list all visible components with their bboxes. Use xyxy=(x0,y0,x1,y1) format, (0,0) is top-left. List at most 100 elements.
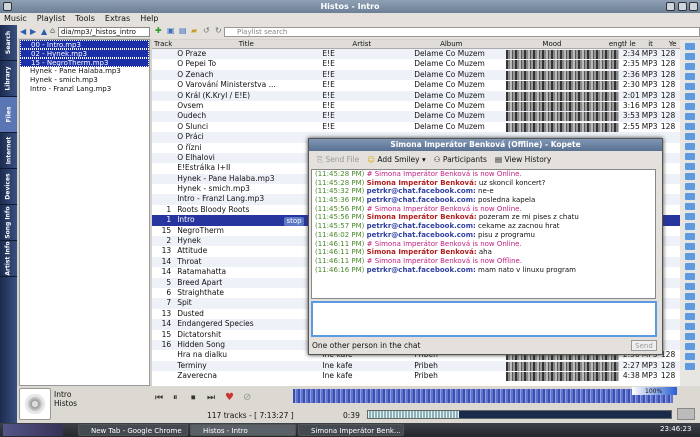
tab-artist-info[interactable]: Artist Info xyxy=(0,241,17,277)
row-action-icon[interactable] xyxy=(685,63,695,70)
pause-icon[interactable]: ⏸ xyxy=(173,393,178,403)
playlist-row[interactable]: O Zenach E!E Delame Co Muzem 2:36 MP3 128 xyxy=(152,69,680,81)
row-action-icon[interactable] xyxy=(685,203,695,210)
col-year[interactable]: Ye xyxy=(667,40,680,48)
row-action-icon[interactable] xyxy=(685,103,695,110)
send-button[interactable]: Send xyxy=(631,340,657,351)
task-kopete[interactable]: Simona Imperátor Benk... xyxy=(298,424,404,436)
save-icon[interactable]: ▣ xyxy=(167,26,175,35)
tab-files[interactable]: Files xyxy=(0,97,17,133)
col-mood[interactable]: Mood xyxy=(495,40,607,48)
home-icon[interactable]: ⌂ xyxy=(50,26,55,35)
col-bitrate[interactable]: it rate xyxy=(646,40,667,48)
file-item[interactable]: Hynek - smich.mp3 xyxy=(20,76,149,85)
row-action-icon[interactable] xyxy=(685,333,695,340)
col-length[interactable]: ength xyxy=(607,40,628,48)
row-action-icon[interactable] xyxy=(685,53,695,60)
row-action-icon[interactable] xyxy=(685,313,695,320)
row-action-icon[interactable] xyxy=(685,143,695,150)
playlist-row[interactable]: O Praze E!E Delame Co Muzem 2:34 MP3 128 xyxy=(152,49,680,60)
row-action-icon[interactable] xyxy=(685,283,695,290)
menu-extras[interactable]: Extras xyxy=(105,14,130,23)
row-action-icon[interactable] xyxy=(685,353,695,360)
row-action-icon[interactable] xyxy=(685,163,695,170)
folder-icon[interactable]: ▰ xyxy=(191,26,197,35)
row-action-icon[interactable] xyxy=(685,83,695,90)
participants-button[interactable]: ⚇ Participants xyxy=(434,155,487,164)
undo-icon[interactable]: ↺ xyxy=(203,26,210,35)
seek-bar[interactable] xyxy=(367,410,672,419)
album-cover[interactable] xyxy=(19,388,51,420)
tab-song-info[interactable]: Song Info xyxy=(0,205,17,241)
row-action-icon[interactable] xyxy=(685,213,695,220)
row-action-icon[interactable] xyxy=(685,73,695,80)
redo-icon[interactable]: ↻ xyxy=(215,26,222,35)
col-artist[interactable]: Artist xyxy=(316,40,405,48)
row-action-icon[interactable] xyxy=(685,113,695,120)
love-icon[interactable]: ♥ xyxy=(225,392,234,403)
row-action-icon[interactable] xyxy=(685,193,695,200)
row-action-icon[interactable] xyxy=(685,133,695,140)
forward-icon[interactable]: ▶ xyxy=(30,27,36,36)
playlist-icon[interactable]: ▤ xyxy=(179,26,187,35)
task-chrome[interactable]: New Tab - Google Chrome xyxy=(78,424,188,436)
next-icon[interactable]: ⏭ xyxy=(207,393,215,403)
chat-input[interactable] xyxy=(311,301,657,337)
add-icon[interactable]: ✚ xyxy=(155,26,162,35)
row-action-icon[interactable] xyxy=(685,323,695,330)
col-track[interactable]: Track xyxy=(152,40,174,48)
send-file-button[interactable]: ⎘ Send File xyxy=(317,155,359,165)
row-action-icon[interactable] xyxy=(685,303,695,310)
back-icon[interactable]: ◀ xyxy=(20,27,26,36)
playlist-row[interactable]: O Varování Ministerstva ... E!E Delame Co … xyxy=(152,80,680,91)
view-history-button[interactable]: ▤ View History xyxy=(495,155,551,164)
row-action-icon[interactable] xyxy=(685,253,695,260)
playlist-row[interactable]: Zaverecna Ine kafe Pribeh 4:38 MP3 128 xyxy=(152,371,680,382)
menu-music[interactable]: Music xyxy=(4,14,27,23)
row-action-icon[interactable] xyxy=(685,153,695,160)
tab-internet[interactable]: Internet xyxy=(0,133,17,169)
col-album[interactable]: Album xyxy=(406,40,495,48)
task-histos[interactable]: Histos - Intro xyxy=(190,424,296,436)
file-item[interactable]: 00 - Intro.mp3 xyxy=(20,40,149,49)
row-action-icon[interactable] xyxy=(685,343,695,350)
row-action-icon[interactable] xyxy=(685,363,695,370)
row-action-icon[interactable] xyxy=(685,263,695,270)
row-action-icon[interactable] xyxy=(685,243,695,250)
row-action-icon[interactable] xyxy=(685,43,695,50)
tab-search[interactable]: Search xyxy=(0,25,17,61)
row-action-icon[interactable] xyxy=(685,123,695,130)
up-icon[interactable]: ▲ xyxy=(41,27,47,36)
tab-library[interactable]: Library xyxy=(0,61,17,97)
menu-tools[interactable]: Tools xyxy=(75,14,95,23)
playlist-row[interactable]: Terminy Ine kafe Pribeh 2:27 MP3 128 xyxy=(152,360,680,372)
row-action-icon[interactable] xyxy=(685,273,695,280)
playlist-row[interactable]: Ovsem E!E Delame Co Muzem 3:16 MP3 128 xyxy=(152,101,680,111)
menu-help[interactable]: Help xyxy=(140,14,158,23)
row-action-icon[interactable] xyxy=(685,183,695,190)
prev-icon[interactable]: ⏮ xyxy=(155,393,163,403)
playlist-row[interactable]: O Slunci E!E Delame Co Muzem 2:55 MP3 128 xyxy=(152,122,680,132)
playlist-row[interactable]: O Král (K.Kryl / E!E) E!E Delame Co Muzem 2… xyxy=(152,90,680,101)
row-action-icon[interactable] xyxy=(685,173,695,180)
row-action-icon[interactable] xyxy=(685,223,695,230)
minimize-icon[interactable] xyxy=(666,2,675,11)
path-input[interactable]: dia/mp3/_histos_intro xyxy=(58,27,150,37)
maximize-icon[interactable] xyxy=(678,2,687,11)
playlist-row[interactable]: Oudech E!E Delame Co Muzem 3:53 MP3 128 xyxy=(152,111,680,122)
row-action-icon[interactable] xyxy=(685,93,695,100)
row-action-icon[interactable] xyxy=(685,233,695,240)
playlist-row[interactable]: O Pepei To E!E Delame Co Muzem 2:35 MP3 128 xyxy=(152,59,680,70)
file-item[interactable]: 15 - NegroTherm.mp3 xyxy=(20,58,149,67)
col-title[interactable]: Title xyxy=(174,40,316,48)
menu-playlist[interactable]: Playlist xyxy=(37,14,65,23)
file-item[interactable]: 02 - Hynek.mp3 xyxy=(20,49,149,58)
ban-icon[interactable]: ⊘ xyxy=(243,392,251,403)
pager[interactable] xyxy=(3,424,63,436)
playlist-search-input[interactable]: Playlist search xyxy=(224,27,700,37)
row-action-icon[interactable] xyxy=(685,293,695,300)
stop-icon[interactable]: ⏹ xyxy=(191,393,196,403)
window-menu-icon[interactable] xyxy=(3,2,12,11)
file-item[interactable]: Hynek - Pane Halaba.mp3 xyxy=(20,67,149,76)
close-icon[interactable] xyxy=(689,2,698,11)
